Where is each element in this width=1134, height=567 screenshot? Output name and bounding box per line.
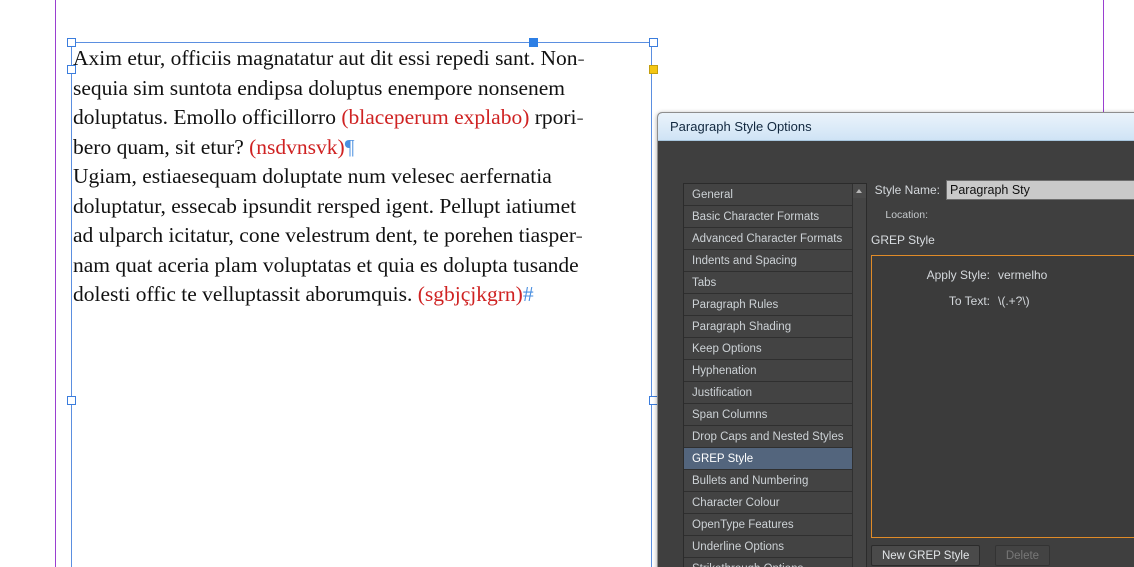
category-item-advanced-character-formats[interactable]: Advanced Character Formats [684,228,852,250]
dialog-title: Paragraph Style Options [670,119,812,134]
story-run: rpori [529,105,577,129]
story-line: Ugiam, estiaesequam doluptate num velese… [73,162,649,192]
category-item-label: Tabs [692,277,717,289]
category-list-panel[interactable]: General Basic Character Formats Advanced C… [683,183,867,567]
story-line: doluptatur, essecab ipsundit rersped ige… [73,192,649,222]
apply-style-label: Apply Style: [926,268,990,282]
category-item-label: GREP Style [692,453,754,465]
category-item-label: Drop Caps and Nested Styles [692,431,844,443]
category-item-grep-style[interactable]: GREP Style [684,448,852,470]
category-item-label: Underline Options [692,541,785,553]
story-text[interactable]: Axim etur, officiis magnatatur aut dit e… [73,44,649,310]
story-line: dolesti offic te velluptassit aborumquis… [73,280,649,310]
dialog-titlebar[interactable]: Paragraph Style Options [658,113,1134,141]
category-item-underline-options[interactable]: Underline Options [684,536,852,558]
story-run: nam quat aceria plam voluptatas et quia … [73,252,579,277]
category-item-label: Indents and Spacing [692,255,797,267]
category-item-label: Justification [692,387,753,399]
story-line: sequia sim suntota endipsa doluptus enem… [73,74,649,104]
grep-style-list[interactable]: Apply Style: vermelho To Text: \(.+?\) [871,255,1134,538]
story-line: bero quam, sit etur? (nsdvnsvk)¶ [73,133,649,163]
category-item-hyphenation[interactable]: Hyphenation [684,360,852,382]
new-grep-style-button[interactable]: New GREP Style [871,545,981,566]
category-item-label: Advanced Character Formats [692,233,843,245]
story-run: ad ulparch icitatur, cone velestrum dent… [73,223,576,247]
apply-style-value[interactable]: vermelho [998,262,1047,288]
dialog-body: General Basic Character Formats Advanced C… [658,141,1134,567]
to-text-row: To Text: \(.+?\) [872,288,1134,314]
category-item-paragraph-rules[interactable]: Paragraph Rules [684,294,852,316]
category-item-drop-caps-and-nested-styles[interactable]: Drop Caps and Nested Styles [684,426,852,448]
story-run: Axim etur, officiis magnatatur aut dit e… [73,46,578,70]
story-run: Ugiam, estiaesequam doluptate num velese… [73,164,552,188]
category-item-label: OpenType Features [692,519,794,531]
story-line: ad ulparch icitatur, cone velestrum dent… [73,221,649,251]
grep-styled-run: (blaceperum explabo) [341,105,530,129]
grep-button-row: New GREP Style Delete [871,545,1060,566]
story-line: Axim etur, officiis magnatatur aut dit e… [73,44,649,74]
category-scrollbar[interactable] [852,184,866,567]
frame-out-port[interactable] [649,65,658,74]
category-item-label: General [692,189,733,201]
category-item-keep-options[interactable]: Keep Options [684,338,852,360]
frame-handle-middle-left[interactable] [67,396,76,405]
hyphen-mark: - [576,105,584,129]
category-item-label: Bullets and Numbering [692,475,809,487]
to-text-label: To Text: [948,294,990,308]
category-item-label: Keep Options [692,343,762,355]
story-run: doluptatur, essecab ipsundit rersped ige… [73,193,577,218]
category-item-tabs[interactable]: Tabs [684,272,852,294]
paragraph-style-options-dialog[interactable]: Paragraph Style Options General Basic Cha… [657,112,1134,567]
category-item-paragraph-shading[interactable]: Paragraph Shading [684,316,852,338]
category-list[interactable]: General Basic Character Formats Advanced C… [684,184,852,567]
category-item-label: Paragraph Shading [692,321,792,333]
category-item-bullets-and-numbering[interactable]: Bullets and Numbering [684,470,852,492]
story-line: doluptatus. Emollo officillorro (blacepe… [73,103,649,133]
story-run: doluptatus. Emollo officillorro [73,105,342,129]
category-item-label: Basic Character Formats [692,211,820,223]
category-item-label: Strikethrough Options [692,563,803,567]
hyphen-mark: - [577,46,585,70]
category-item-indents-and-spacing[interactable]: Indents and Spacing [684,250,852,272]
category-item-opentype-features[interactable]: OpenType Features [684,514,852,536]
story-run: bero quam, sit etur? [73,134,250,159]
delete-grep-style-button[interactable]: Delete [994,545,1051,566]
category-item-strikethrough-options[interactable]: Strikethrough Options [684,558,852,567]
category-item-label: Character Colour [692,497,780,509]
category-item-label: Hyphenation [692,365,757,377]
grep-styled-run: (sgbjçjkgrn) [417,282,523,306]
category-item-label: Span Columns [692,409,768,421]
story-run: sequia sim suntota endipsa doluptus enem… [73,75,566,100]
section-title: GREP Style [871,233,935,247]
hyphen-mark: - [575,223,583,247]
category-item-label: Paragraph Rules [692,299,779,311]
grep-style-entry[interactable]: Apply Style: vermelho To Text: \(.+?\) [872,262,1134,314]
settings-pane: Style Name: Paragraph Sty Location: GREP… [871,141,1134,567]
to-text-value[interactable]: \(.+?\) [998,288,1030,314]
style-name-label: Style Name: [874,183,940,197]
apply-style-row: Apply Style: vermelho [872,262,1134,288]
category-item-basic-character-formats[interactable]: Basic Character Formats [684,206,852,228]
screen: Axim etur, officiis magnatatur aut dit e… [0,0,1134,567]
frame-handle-top-right[interactable] [649,38,658,47]
story-run: dolesti offic te velluptassit aborumquis… [73,282,418,306]
style-name-row: Style Name: Paragraph Sty [826,180,1134,201]
hidden-character-mark: # [522,282,534,306]
category-item-span-columns[interactable]: Span Columns [684,404,852,426]
category-item-justification[interactable]: Justification [684,382,852,404]
category-item-character-colour[interactable]: Character Colour [684,492,852,514]
location-label: Location: [885,209,928,221]
style-name-input[interactable]: Paragraph Sty [946,180,1134,200]
margin-guide-left [55,0,56,567]
grep-styled-run: (nsdvnsvk) [249,134,345,159]
story-line: nam quat aceria plam voluptatas et quia … [73,251,649,281]
hidden-character-mark: ¶ [344,134,355,159]
